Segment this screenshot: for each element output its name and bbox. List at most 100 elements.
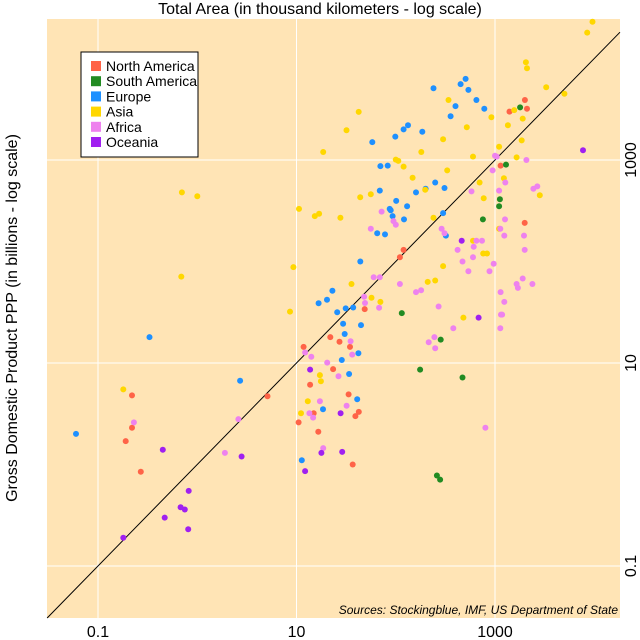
data-point [382, 231, 388, 238]
data-point [300, 343, 307, 350]
data-point [502, 179, 509, 186]
data-point [432, 277, 439, 284]
data-point [307, 366, 314, 373]
data-point [349, 461, 356, 468]
data-point [404, 203, 411, 210]
data-point [357, 258, 364, 265]
data-point [441, 230, 448, 237]
data-point [287, 308, 293, 315]
data-point [384, 162, 391, 169]
data-point [237, 377, 244, 384]
data-point [392, 221, 399, 228]
data-point [370, 274, 377, 281]
data-point [355, 408, 362, 415]
data-point [458, 237, 465, 244]
data-point [519, 115, 526, 122]
data-point [536, 192, 543, 199]
data-point [490, 260, 497, 267]
data-point [343, 127, 350, 134]
x-tick-label: 10 [288, 624, 306, 640]
chart-title: Total Area (in thousand kilometers - log… [158, 1, 482, 18]
data-point [337, 214, 344, 221]
x-tick-label: 1000 [477, 624, 513, 640]
data-point [393, 197, 400, 204]
data-point [387, 207, 394, 214]
data-point [521, 232, 527, 239]
data-point [238, 453, 245, 460]
legend-label: Africa [106, 119, 142, 135]
data-point [497, 162, 504, 169]
legend-label: Asia [106, 104, 133, 120]
data-point [430, 85, 437, 92]
data-point [235, 416, 242, 423]
data-point [459, 374, 466, 381]
data-point [561, 90, 568, 97]
data-point [329, 287, 336, 294]
data-point [357, 194, 364, 201]
data-point [430, 214, 437, 221]
y-tick-label: 0.1 [623, 555, 640, 577]
y-tick-label: 1000 [623, 142, 640, 178]
data-point [493, 153, 500, 160]
data-point [302, 349, 309, 356]
data-point [473, 237, 480, 244]
data-point [501, 298, 508, 305]
data-point [580, 147, 586, 154]
data-point [521, 97, 528, 103]
data-point [400, 246, 407, 253]
data-point [339, 448, 346, 455]
data-point [497, 225, 504, 232]
data-point [129, 424, 135, 431]
x-axis-ticks: 0.1 10 1000 [87, 624, 513, 640]
data-point [470, 243, 477, 250]
data-point [424, 278, 431, 285]
data-point [440, 263, 447, 270]
data-point [194, 193, 201, 200]
data-point [475, 314, 482, 321]
data-point [367, 225, 374, 232]
data-point [161, 514, 168, 521]
data-point [452, 103, 459, 110]
data-point [519, 275, 526, 282]
data-point [418, 287, 425, 294]
data-point [543, 84, 550, 91]
data-point [338, 357, 345, 363]
data-point [354, 396, 361, 403]
data-point [369, 139, 376, 146]
data-point [302, 468, 309, 475]
data-point [425, 339, 432, 346]
data-point [296, 205, 302, 212]
data-point [377, 163, 384, 170]
data-point [503, 161, 509, 168]
data-point [432, 179, 439, 186]
data-point [445, 97, 452, 103]
data-point [307, 381, 314, 388]
data-point [440, 210, 447, 217]
data-point [437, 476, 444, 483]
data-point [327, 334, 334, 341]
source-annotation: Sources: Stockingblue, IMF, US Departmen… [339, 603, 619, 617]
data-point [462, 75, 469, 82]
data-point [130, 419, 137, 426]
data-point [376, 304, 383, 311]
data-point [320, 406, 326, 413]
data-point [341, 331, 348, 337]
data-point [524, 105, 530, 112]
data-point [318, 449, 325, 456]
data-point [374, 230, 381, 237]
y-axis-label: Gross Domestic Product PPP (in billions … [4, 134, 21, 502]
data-point [400, 126, 407, 133]
y-tick-label: 10 [623, 354, 640, 372]
data-point [484, 250, 490, 257]
legend-label: Europe [106, 88, 151, 104]
data-point [524, 65, 530, 72]
data-point [177, 504, 184, 511]
legend-label: Oceania [106, 134, 158, 150]
data-point [343, 402, 350, 409]
legend-swatch [91, 137, 101, 147]
data-point [347, 343, 353, 350]
data-point [413, 289, 419, 296]
data-point [496, 143, 503, 150]
data-point [330, 366, 337, 373]
data-point [489, 167, 496, 174]
